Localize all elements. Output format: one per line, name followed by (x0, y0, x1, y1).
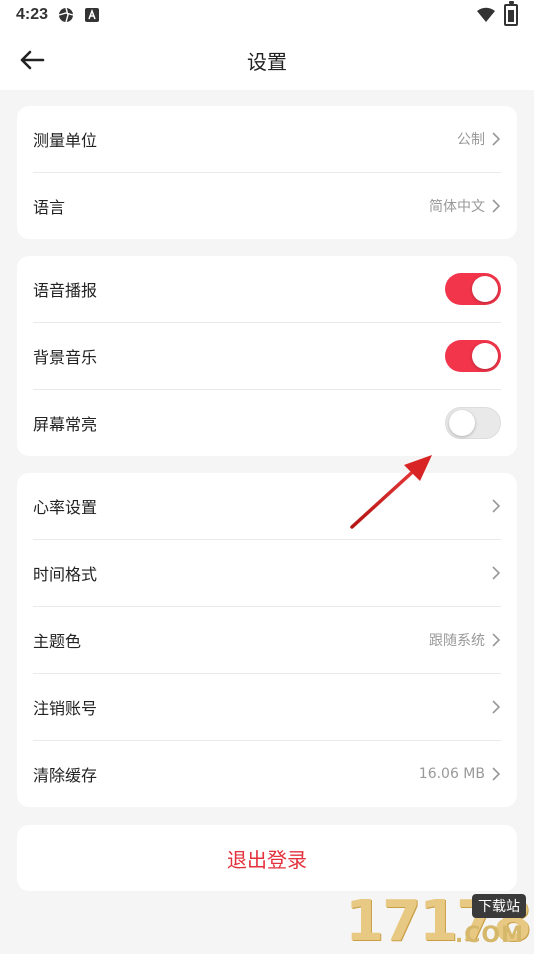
row-label: 清除缓存 (33, 766, 98, 785)
row-label: 语音播报 (33, 281, 98, 300)
row-value (491, 699, 501, 715)
chevron-right-icon (492, 499, 501, 513)
watermark-badge: 下载站 (472, 894, 526, 918)
row-value: 公制 (457, 129, 501, 149)
row-value (491, 565, 501, 581)
settings-group-basic: 测量单位 公制 语言 简体中文 (17, 106, 517, 239)
toggle-knob (472, 343, 498, 369)
row-screen-always-on: 屏幕常亮 (33, 390, 501, 456)
row-label: 背景音乐 (33, 348, 98, 367)
chevron-right-icon (492, 700, 501, 714)
row-time-format[interactable]: 时间格式 (33, 540, 501, 607)
row-delete-account[interactable]: 注销账号 (33, 674, 501, 741)
row-clear-cache[interactable]: 清除缓存 16.06 MB (33, 741, 501, 807)
status-right (476, 1, 518, 26)
row-label: 测量单位 (33, 131, 98, 150)
chevron-right-icon (492, 199, 501, 213)
status-bar: 4:23 (0, 0, 534, 30)
language-value: 简体中文 (429, 199, 485, 215)
chevron-right-icon (492, 132, 501, 146)
row-measurement-unit[interactable]: 测量单位 公制 (33, 106, 501, 173)
row-background-music: 背景音乐 (33, 323, 501, 390)
voice-broadcast-toggle[interactable] (445, 273, 501, 305)
theme-color-value: 跟随系统 (429, 633, 485, 649)
row-heart-rate[interactable]: 心率设置 (33, 473, 501, 540)
screen-always-on-toggle[interactable] (445, 407, 501, 439)
toggle-knob (449, 410, 475, 436)
a-badge-icon (85, 8, 100, 22)
page-title: 设置 (247, 49, 287, 74)
aperture-icon (58, 7, 74, 23)
row-label: 主题色 (33, 632, 82, 651)
row-value (491, 498, 501, 514)
chevron-right-icon (492, 633, 501, 647)
row-label: 心率设置 (33, 498, 98, 517)
watermark-digits: 17178 (345, 889, 532, 954)
row-language[interactable]: 语言 简体中文 (33, 173, 501, 239)
back-button[interactable] (12, 40, 52, 80)
row-label: 屏幕常亮 (33, 415, 98, 434)
row-label: 时间格式 (33, 565, 98, 584)
settings-group-toggles: 语音播报 背景音乐 屏幕常亮 (17, 256, 517, 456)
background-music-toggle[interactable] (445, 340, 501, 372)
row-voice-broadcast: 语音播报 (33, 256, 501, 323)
row-value: 简体中文 (429, 196, 501, 216)
battery-icon (504, 1, 518, 26)
row-label: 语言 (33, 198, 66, 217)
watermark-domain: .COM (454, 923, 524, 948)
row-value: 跟随系统 (429, 630, 501, 650)
arrow-left-icon (20, 50, 45, 70)
logout-button[interactable]: 退出登录 (17, 825, 517, 891)
status-time: 4:23 (16, 6, 49, 23)
row-theme-color[interactable]: 主题色 跟随系统 (33, 607, 501, 674)
wifi-icon (477, 7, 495, 23)
settings-group-misc: 心率设置 时间格式 主题色 跟随系统 注销账号 清除缓存 16.06 MB (17, 473, 517, 807)
chevron-right-icon (492, 767, 501, 781)
watermark-logo: 17178 下载站 .COM (300, 889, 532, 954)
chevron-right-icon (492, 566, 501, 580)
app-bar: 设置 (0, 30, 534, 90)
status-left: 4:23 (16, 6, 100, 24)
toggle-knob (472, 276, 498, 302)
measurement-unit-value: 公制 (457, 132, 485, 148)
row-label: 注销账号 (33, 699, 98, 718)
row-value: 16.06 MB (419, 766, 501, 782)
cache-size-value: 16.06 MB (418, 766, 485, 782)
